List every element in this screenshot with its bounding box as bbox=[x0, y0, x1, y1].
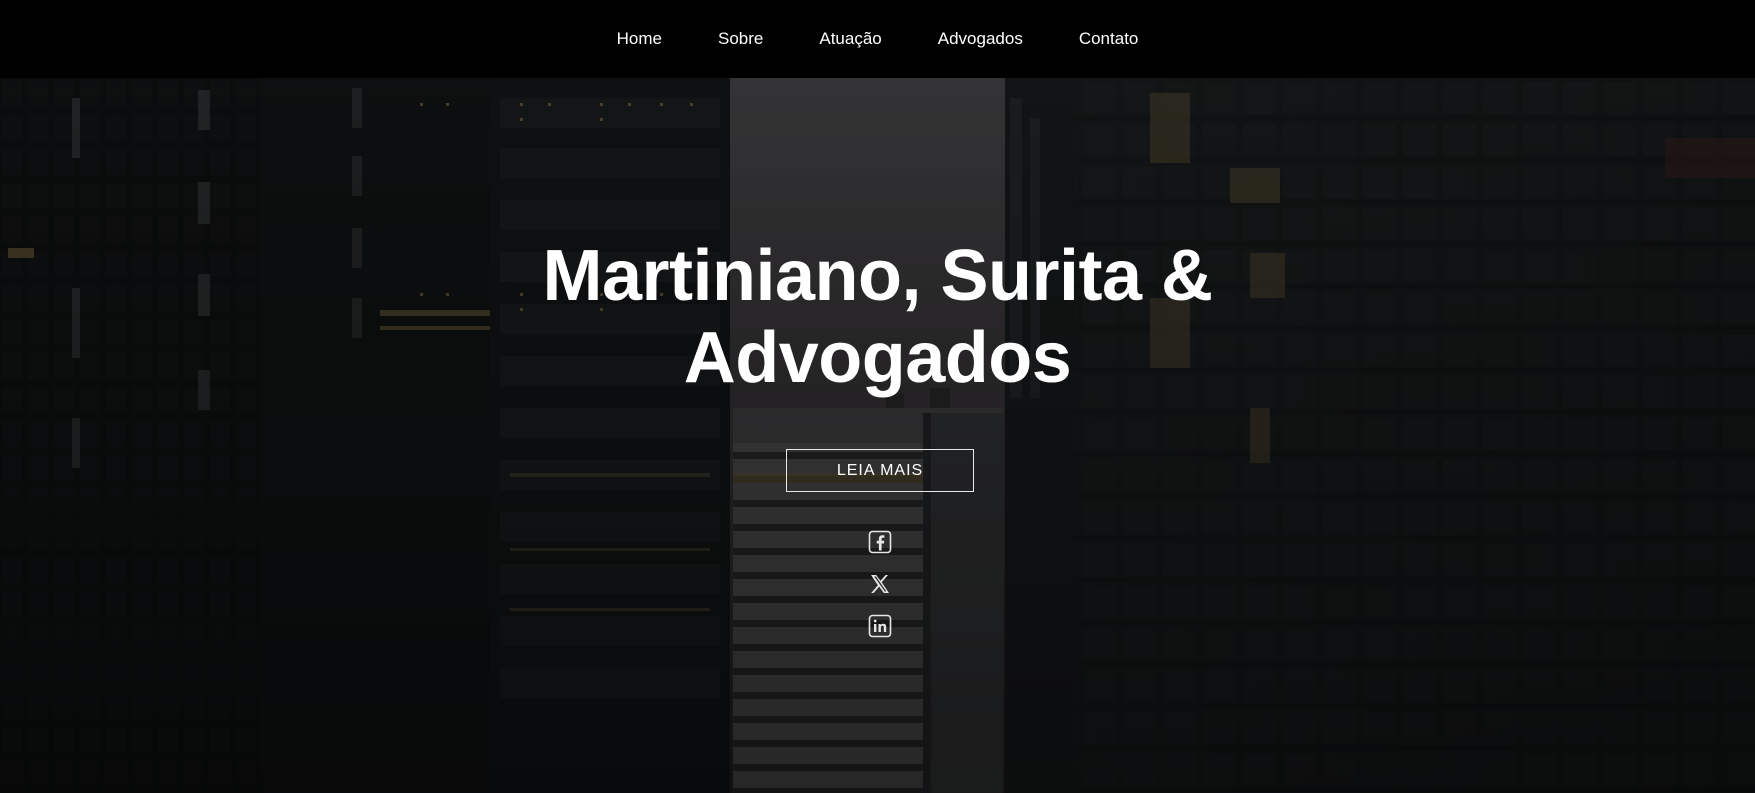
top-navbar: Home Sobre Atuação Advogados Contato bbox=[0, 0, 1755, 78]
nav-item-advogados: Advogados bbox=[938, 29, 1023, 49]
hero-title: Martiniano, Surita & Advogados bbox=[0, 235, 1755, 399]
hero-title-line2: Advogados bbox=[683, 318, 1072, 398]
nav-menu: Home Sobre Atuação Advogados Contato bbox=[617, 29, 1139, 49]
hero-title-line1: Martiniano, Surita & bbox=[542, 236, 1213, 316]
nav-link-sobre[interactable]: Sobre bbox=[718, 29, 763, 48]
read-more-button[interactable]: LEIA MAIS bbox=[786, 449, 974, 492]
nav-item-home: Home bbox=[617, 29, 662, 49]
social-links bbox=[868, 530, 892, 638]
linkedin-link[interactable] bbox=[868, 614, 892, 638]
x-twitter-link[interactable] bbox=[868, 572, 892, 596]
nav-item-atuacao: Atuação bbox=[819, 29, 881, 49]
nav-item-contato: Contato bbox=[1079, 29, 1139, 49]
facebook-link[interactable] bbox=[868, 530, 892, 554]
nav-link-atuacao[interactable]: Atuação bbox=[819, 29, 881, 48]
hero-section: Martiniano, Surita & Advogados LEIA MAIS bbox=[0, 78, 1755, 793]
nav-link-contato[interactable]: Contato bbox=[1079, 29, 1139, 48]
nav-link-advogados[interactable]: Advogados bbox=[938, 29, 1023, 48]
nav-item-sobre: Sobre bbox=[718, 29, 763, 49]
hero-content: Martiniano, Surita & Advogados LEIA MAIS bbox=[0, 78, 1755, 793]
x-twitter-icon bbox=[871, 575, 889, 593]
nav-link-home[interactable]: Home bbox=[617, 29, 662, 48]
linkedin-icon bbox=[868, 614, 892, 638]
facebook-icon bbox=[868, 530, 892, 554]
page: Home Sobre Atuação Advogados Contato Mar… bbox=[0, 0, 1755, 793]
